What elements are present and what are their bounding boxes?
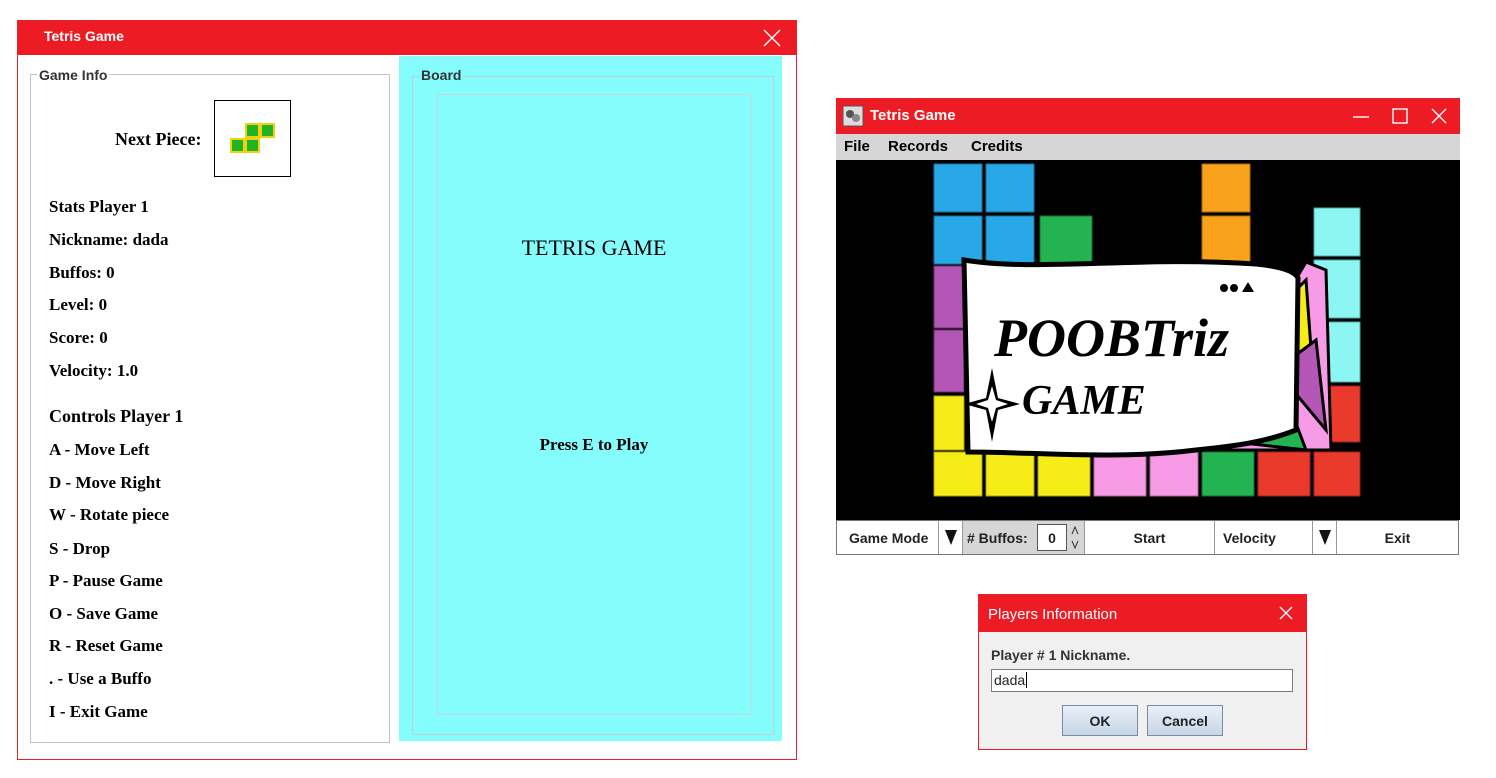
board-panel: Board TETRIS GAME Press E to Play [399,56,782,741]
title-bar[interactable]: Tetris Game [836,98,1460,134]
close-icon[interactable] [1277,604,1295,622]
players-info-dialog: Players Information Player # 1 Nickname.… [978,594,1307,750]
board-prompt: Press E to Play [539,435,649,454]
control-line: O - Save Game [49,604,159,623]
buffos-label: # Buffos: [967,529,1028,546]
control-line: D - Move Right [49,473,161,492]
title-bar[interactable]: Tetris Game [18,21,796,55]
text-cursor [1026,672,1028,688]
game-info-panel: Game Info Next Piece: Stats Player 1 Nic… [30,67,390,743]
chevron-down-icon [944,530,957,545]
title-bar[interactable]: Players Information [979,595,1306,632]
velocity-label: Velocity [1223,529,1276,546]
next-piece-preview [214,100,291,177]
game-mode-dropdown-arrow[interactable] [939,521,963,554]
stat-score: Score: 0 [49,328,108,347]
game-info-legend: Game Info [37,67,110,83]
board-title: TETRIS GAME [521,235,667,260]
menu-credits[interactable]: Credits [971,138,1023,155]
piece-block [260,123,275,138]
velocity-select[interactable]: Velocity [1215,521,1313,554]
control-line: R - Reset Game [49,636,163,655]
piece-block [245,138,260,153]
dialog-title: Players Information [988,606,1118,623]
banner-title: POOBTriz [993,308,1229,368]
menu-records[interactable]: Records [888,138,948,155]
game-mode-select[interactable]: Game Mode [837,521,939,554]
window-title: Tetris Game [44,28,124,44]
start-label: Start [1133,529,1166,546]
ok-button[interactable]: OK [1062,705,1138,736]
stat-nickname: Nickname: dada [49,230,169,249]
exit-button[interactable]: Exit [1337,521,1458,554]
board-area[interactable]: TETRIS GAME Press E to Play [437,94,751,715]
close-icon[interactable] [760,26,784,50]
control-line: S - Drop [49,539,111,558]
cancel-label: Cancel [1162,712,1208,729]
controls-title: Controls Player 1 [49,406,184,426]
cancel-button[interactable]: Cancel [1147,705,1223,736]
banner-subtitle: GAME [1022,378,1146,424]
next-piece-label: Next Piece: [115,129,202,149]
board-frame: Board TETRIS GAME Press E to Play [412,67,774,735]
buffos-spinner-input[interactable]: 0 [1037,524,1067,551]
close-icon[interactable] [1426,103,1452,129]
minimize-icon[interactable] [1348,103,1374,129]
buffos-control: # Buffos: 0 [963,521,1085,554]
maximize-icon[interactable] [1387,103,1413,129]
menu-window: Tetris Game File Records Credits POOBTri… [836,98,1460,556]
nickname-value: dada [994,672,1026,688]
app-icon [842,105,864,127]
velocity-dropdown-arrow[interactable] [1313,521,1337,554]
stat-level: Level: 0 [49,295,108,314]
game-banner-image: POOBTriz GAME [836,160,1460,520]
menu-file[interactable]: File [844,138,870,155]
board-legend: Board [419,67,464,83]
control-line: P - Pause Game [49,571,163,590]
stats-title: Stats Player 1 [49,197,149,216]
piece-block [245,123,260,138]
control-line: W - Rotate piece [49,505,170,524]
stat-buffos: Buffos: 0 [49,263,115,282]
piece-block [230,138,245,153]
start-button[interactable]: Start [1085,521,1215,554]
nickname-label: Player # 1 Nickname. [991,647,1131,663]
control-line: I - Exit Game [49,702,148,721]
exit-label: Exit [1384,529,1411,546]
controls-bar: Game Mode # Buffos: 0 Start Velocity Exi… [836,520,1459,555]
spinner-arrows-icon[interactable] [1070,524,1080,551]
control-line: A - Move Left [49,440,150,459]
window-title: Tetris Game [870,107,956,124]
game-window: Tetris Game Game Info Next Piece: Stats … [17,20,797,760]
nickname-input[interactable]: dada [991,669,1293,692]
ok-label: OK [1089,712,1111,729]
game-mode-label: Game Mode [849,529,929,546]
control-line: . - Use a Buffo [49,669,152,688]
menu-bar: File Records Credits [836,134,1460,160]
stat-velocity: Velocity: 1.0 [49,361,139,380]
chevron-down-icon [1318,530,1331,545]
